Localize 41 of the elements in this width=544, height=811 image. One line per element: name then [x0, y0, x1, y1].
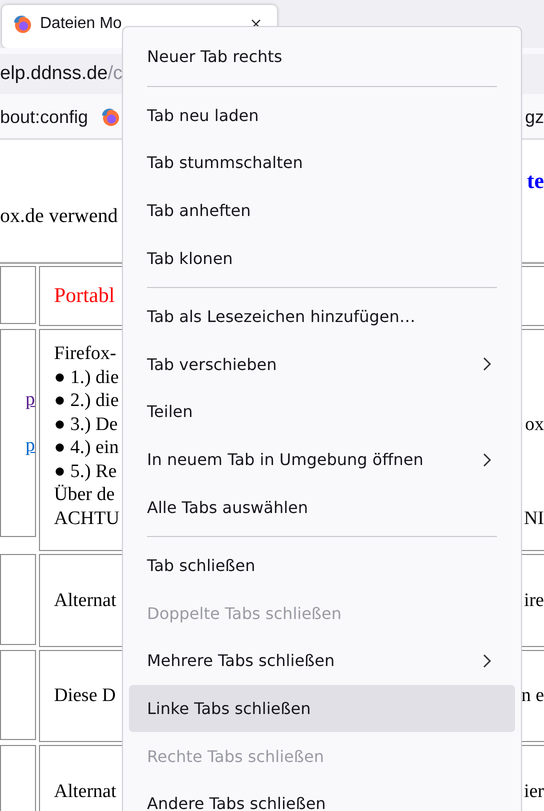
intro-text: ox.de verwend	[0, 205, 118, 228]
menu-item[interactable]: Tab stummschalten	[129, 139, 515, 187]
table-cell	[0, 266, 36, 324]
menu-item[interactable]: In neuem Tab in Umgebung öffnen	[129, 436, 515, 484]
link[interactable]: p	[26, 389, 35, 411]
column-title: Portabl	[54, 284, 115, 308]
page-heading: te	[526, 168, 544, 194]
menu-item[interactable]: Tab als Lesezeichen hinzufügen…	[129, 292, 515, 341]
link[interactable]: p	[26, 435, 35, 457]
menu-item[interactable]: Tab anheften	[129, 186, 515, 234]
menu-item[interactable]: Tab neu laden	[129, 92, 515, 140]
cell-text: ● 5.) Re	[54, 460, 117, 483]
cell-text: ire	[524, 588, 544, 612]
cell-text: NI	[524, 506, 544, 530]
menu-item[interactable]: Tab schließen	[129, 542, 515, 590]
cell-text: ox	[525, 412, 544, 436]
menu-item[interactable]: Alle Tabs auswählen	[129, 483, 515, 531]
cell-text: ● 3.) De	[54, 412, 118, 436]
cell-text: Alternat	[54, 588, 116, 612]
menu-item[interactable]: Neuer Tab rechts	[129, 33, 515, 81]
cell-text: ACHTU	[54, 506, 120, 530]
cell-text: ● 2.) die	[54, 389, 119, 412]
menu-item[interactable]: Teilen	[129, 388, 515, 436]
cell-text: ● 4.) ein	[54, 436, 119, 460]
menu-item[interactable]: Andere Tabs schließen	[129, 780, 515, 811]
bookmark-item[interactable]: gz	[524, 106, 544, 128]
firefox-icon	[12, 14, 32, 34]
menu-item[interactable]: Linke Tabs schließen	[129, 684, 515, 732]
menu-item[interactable]: Tab klonen	[129, 234, 515, 282]
table-cell	[0, 745, 36, 811]
cell-text: n e	[521, 684, 544, 708]
cell-text: Alternat	[54, 780, 116, 804]
bookmark-item[interactable]: bout:config	[0, 106, 88, 128]
firefox-icon	[100, 107, 120, 127]
cell-text: ier	[524, 780, 544, 804]
cell-text: Über de	[54, 483, 115, 506]
cell-text: Firefox-	[54, 342, 116, 366]
cell-text: Diese D	[54, 684, 116, 708]
cell-text: ● 1.) die	[54, 366, 119, 389]
menu-item[interactable]: Tab verschieben	[129, 340, 515, 388]
menu-item[interactable]: Mehrere Tabs schließen	[129, 637, 515, 685]
